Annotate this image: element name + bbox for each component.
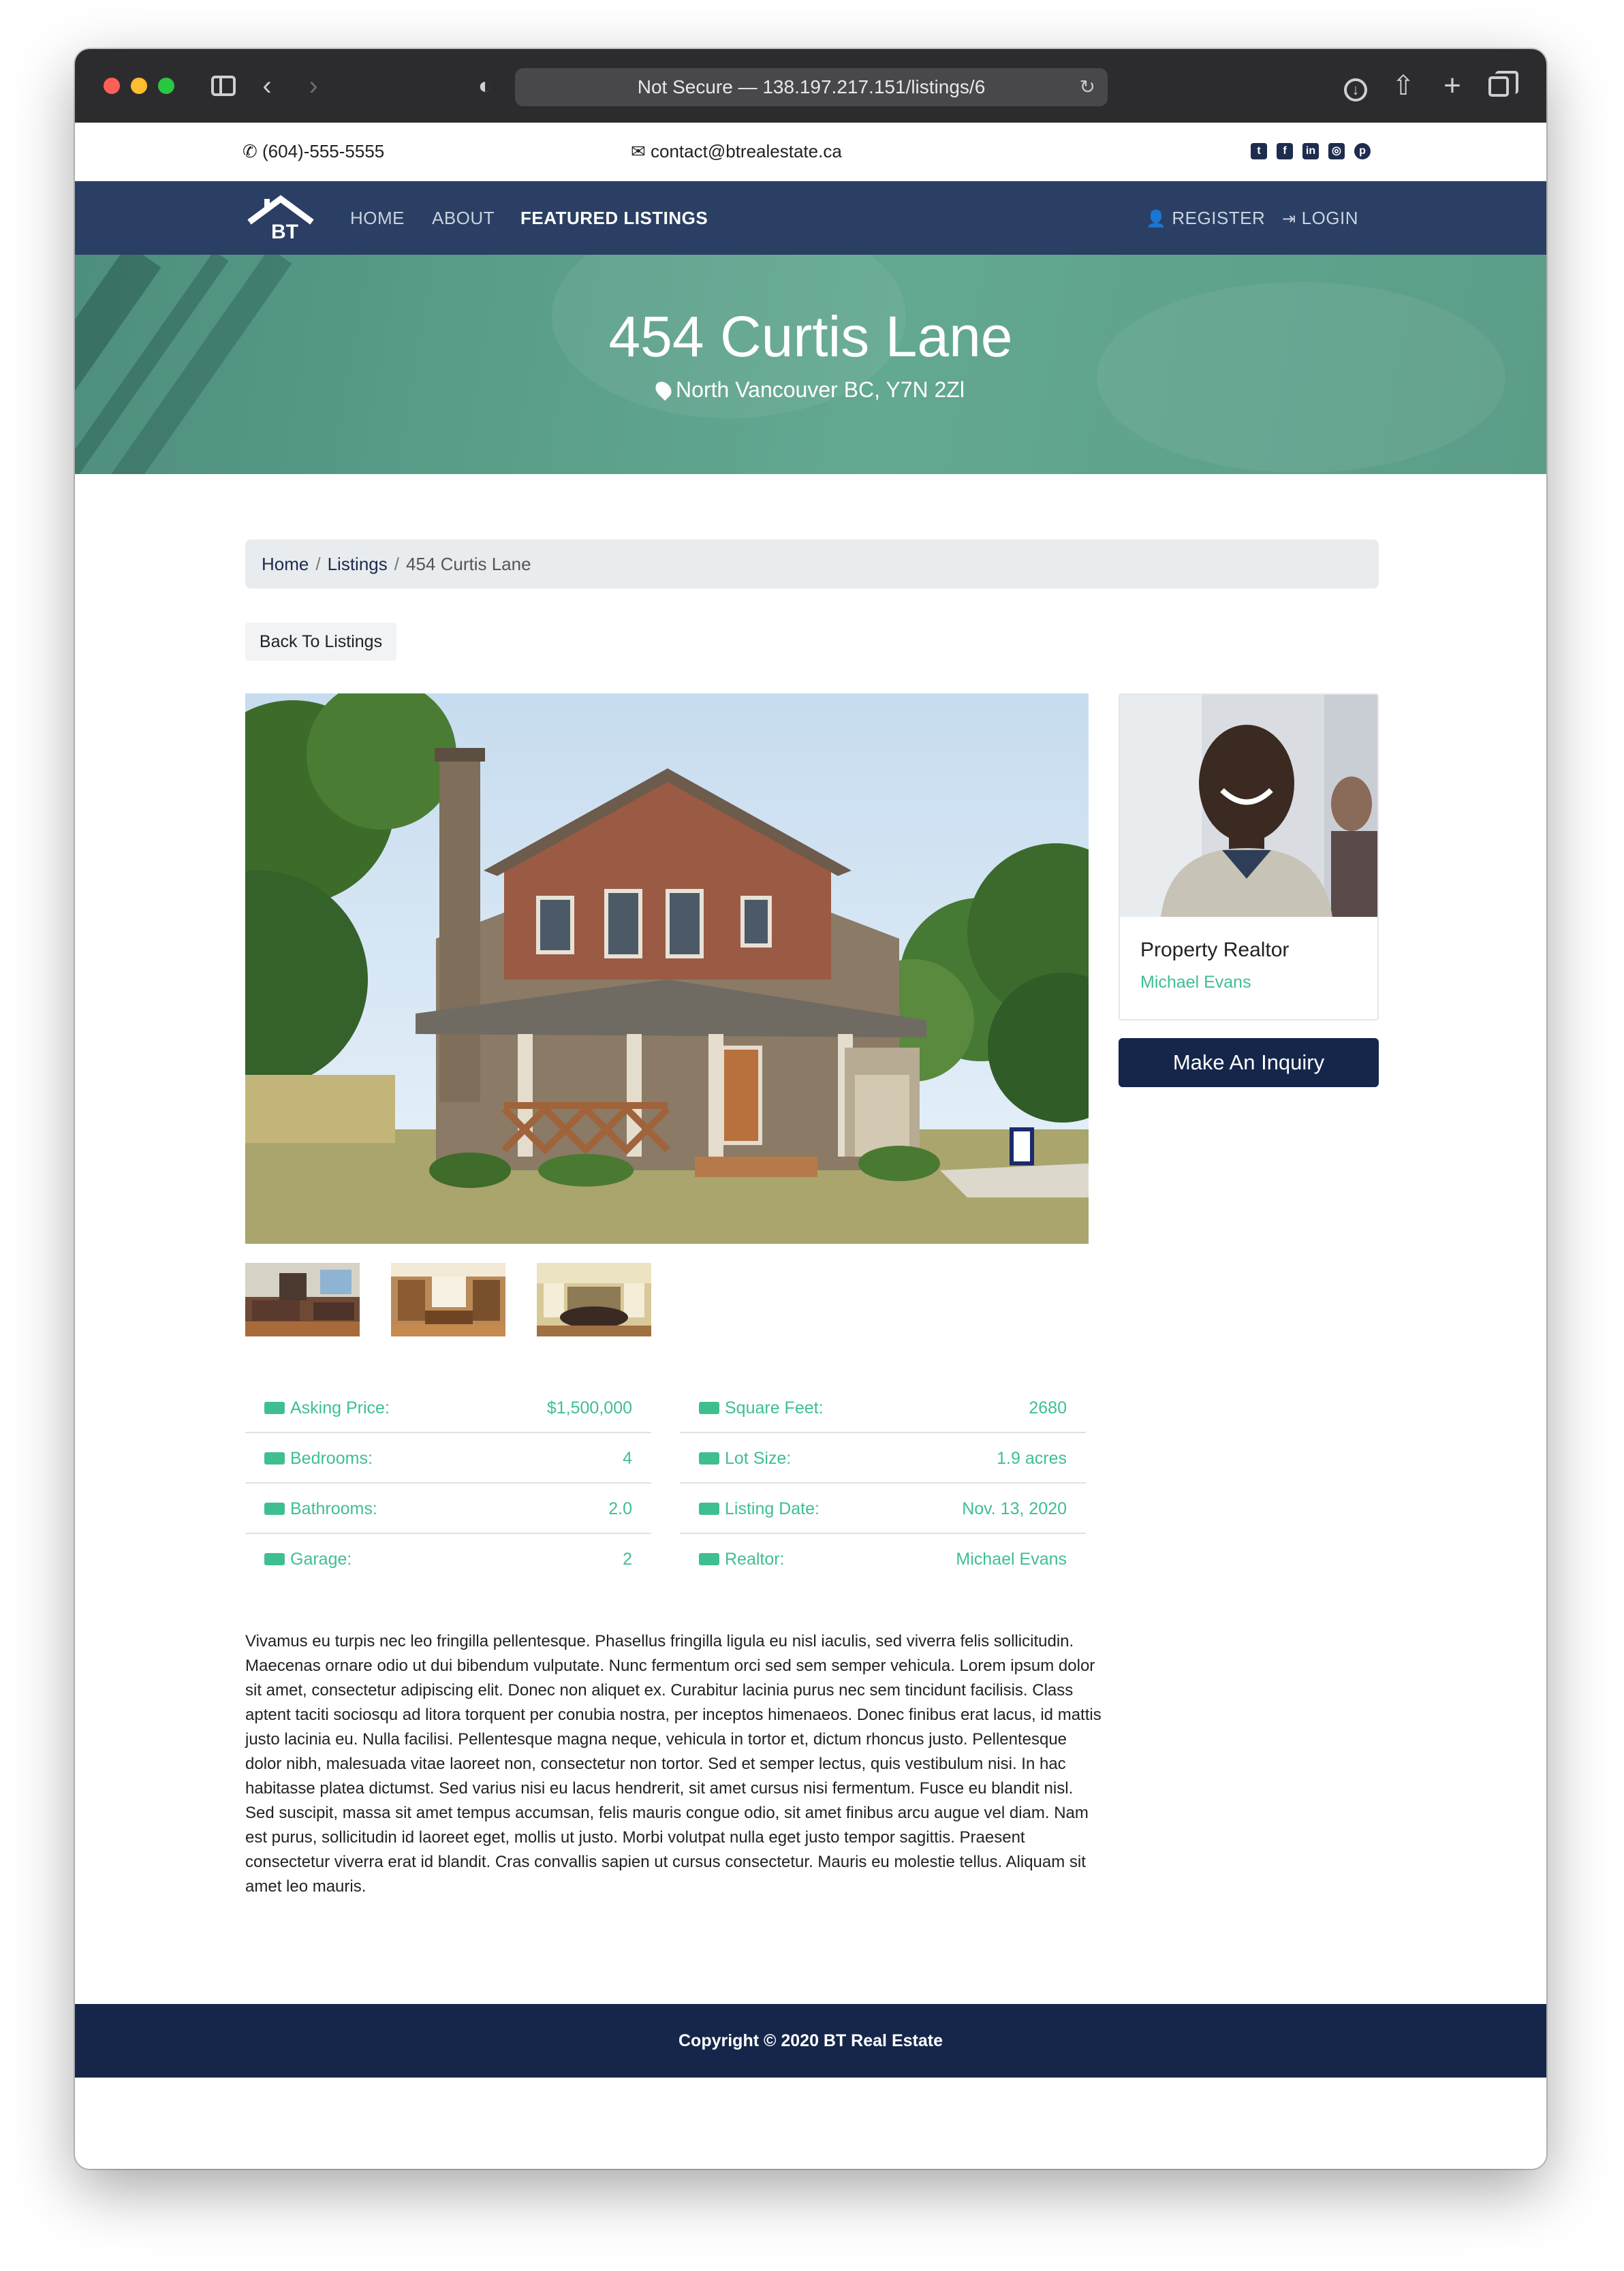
detail-label: Bedrooms: xyxy=(290,1449,373,1468)
nav-about-link[interactable]: ABOUT xyxy=(432,207,495,229)
detail-value: 4 xyxy=(623,1449,632,1468)
bath-icon xyxy=(264,1503,285,1515)
envelope-icon: ✉ xyxy=(631,141,651,161)
detail-label: Bathrooms: xyxy=(290,1499,377,1518)
detail-value: 2680 xyxy=(1029,1398,1067,1418)
web-page: ✆ (604)-555-5555 ✉ contact@btrealestate.… xyxy=(75,123,1546,2169)
detail-label: Asking Price: xyxy=(290,1398,390,1418)
square-icon xyxy=(699,1452,719,1465)
reload-icon[interactable]: ↻ xyxy=(1080,68,1095,106)
detail-row-realtor: Realtor: Michael Evans xyxy=(680,1534,1086,1584)
breadcrumb-separator: / xyxy=(315,554,321,574)
main-navbar: BT HOME ABOUT FEATURED LISTINGS 👤 REGISTE… xyxy=(75,181,1546,255)
download-icon[interactable]: ↓ xyxy=(1339,69,1372,102)
breadcrumb-listings[interactable]: Listings xyxy=(328,554,388,574)
listing-location: North Vancouver BC, Y7N 2Zl xyxy=(75,376,1546,403)
make-inquiry-button[interactable]: Make An Inquiry xyxy=(1119,1038,1379,1087)
bed-icon xyxy=(699,1553,719,1565)
detail-row-listing-date: Listing Date: Nov. 13, 2020 xyxy=(680,1484,1086,1534)
listing-details-right: Square Feet: 2680 Lot Size: 1.9 acres Li… xyxy=(680,1383,1086,1584)
listing-details-left: Asking Price: $1,500,000 Bedrooms: 4 Bat… xyxy=(245,1383,651,1584)
breadcrumb-home[interactable]: Home xyxy=(262,554,309,574)
address-bar-text: Not Secure — 138.197.217.151/listings/6 xyxy=(637,76,986,97)
browser-toolbar: ‹ › ◐ Not Secure — 138.197.217.151/listi… xyxy=(75,49,1546,123)
detail-row-bedrooms: Bedrooms: 4 xyxy=(245,1433,651,1484)
detail-row-garage: Garage: 2 xyxy=(245,1534,651,1584)
map-marker-icon xyxy=(652,378,675,401)
privacy-shield-icon[interactable]: ◐ xyxy=(470,69,500,102)
linkedin-icon[interactable]: in xyxy=(1302,143,1319,159)
breadcrumb: Home / Listings / 454 Curtis Lane xyxy=(245,539,1379,589)
back-arrow-icon[interactable]: ‹ xyxy=(253,69,281,102)
new-tab-icon[interactable]: + xyxy=(1436,69,1469,102)
detail-value: Michael Evans xyxy=(956,1550,1067,1569)
listing-thumbnail[interactable] xyxy=(245,1263,360,1336)
detail-row-lot-size: Lot Size: 1.9 acres xyxy=(680,1433,1086,1484)
email-contact[interactable]: ✉ contact@btrealestate.ca xyxy=(631,139,842,163)
phone-icon: ✆ xyxy=(243,141,263,161)
realtor-photo xyxy=(1120,695,1377,917)
detail-row-square-feet: Square Feet: 2680 xyxy=(680,1383,1086,1433)
tab-overview-icon[interactable] xyxy=(1482,69,1518,102)
login-label: LOGIN xyxy=(1301,208,1359,228)
forward-arrow-icon[interactable]: › xyxy=(300,69,327,102)
twitter-icon[interactable]: t xyxy=(1251,143,1267,159)
sidebar-toggle-icon[interactable] xyxy=(208,69,238,102)
listing-thumbnail[interactable] xyxy=(537,1263,651,1336)
detail-label: Realtor: xyxy=(725,1550,785,1569)
detail-label: Lot Size: xyxy=(725,1449,792,1468)
detail-value: 2 xyxy=(623,1550,632,1569)
breadcrumb-current: 454 Curtis Lane xyxy=(405,554,531,574)
back-to-listings-button[interactable]: Back To Listings xyxy=(245,623,396,661)
detail-value: Nov. 13, 2020 xyxy=(962,1499,1067,1518)
realtor-heading: Property Realtor xyxy=(1140,939,1290,961)
listing-thumbnail[interactable] xyxy=(391,1263,505,1336)
instagram-icon[interactable]: ◎ xyxy=(1328,143,1345,159)
detail-label: Garage: xyxy=(290,1550,352,1569)
breadcrumb-separator: / xyxy=(394,554,399,574)
register-link[interactable]: 👤 REGISTER xyxy=(1146,207,1265,230)
login-link[interactable]: ⇥ LOGIN xyxy=(1282,207,1358,230)
listing-title: 454 Curtis Lane xyxy=(608,304,1013,369)
phone-number: (604)-555-5555 xyxy=(262,141,385,161)
email-address: contact@btrealestate.ca xyxy=(651,141,842,161)
nav-home-link[interactable]: HOME xyxy=(350,207,405,229)
detail-value: $1,500,000 xyxy=(546,1398,632,1418)
bed-icon xyxy=(264,1452,285,1465)
detail-value: 2.0 xyxy=(608,1499,632,1518)
grid-icon xyxy=(699,1402,719,1414)
nav-featured-listings-link[interactable]: FEATURED LISTINGS xyxy=(520,207,708,229)
user-plus-icon: 👤 xyxy=(1146,210,1167,228)
listing-description: Vivamus eu turpis nec leo fringilla pell… xyxy=(245,1632,1102,1896)
detail-row-bathrooms: Bathrooms: 2.0 xyxy=(245,1484,651,1534)
logo-text: BT xyxy=(271,221,298,241)
car-icon xyxy=(264,1553,285,1565)
calendar-icon xyxy=(699,1503,719,1515)
detail-label: Square Feet: xyxy=(725,1398,824,1418)
detail-row-asking-price: Asking Price: $1,500,000 xyxy=(245,1383,651,1433)
share-icon[interactable]: ⇧ xyxy=(1387,69,1420,102)
listing-hero-banner: 454 Curtis Lane North Vancouver BC, Y7N … xyxy=(75,255,1546,474)
detail-value: 1.9 acres xyxy=(997,1449,1067,1468)
listing-location-text: North Vancouver BC, Y7N 2Zl xyxy=(676,377,965,402)
pinterest-icon[interactable]: p xyxy=(1354,143,1371,159)
facebook-icon[interactable]: f xyxy=(1277,143,1293,159)
main-listing-photo[interactable] xyxy=(245,693,1089,1244)
register-label: REGISTER xyxy=(1172,208,1266,228)
bt-logo[interactable]: BT xyxy=(245,195,320,243)
close-window-button[interactable] xyxy=(104,78,120,94)
address-bar[interactable]: Not Secure — 138.197.217.151/listings/6 … xyxy=(515,68,1108,106)
sign-in-icon: ⇥ xyxy=(1282,210,1296,228)
social-links: t f in ◎ p xyxy=(1251,139,1371,159)
zoom-window-button[interactable] xyxy=(158,78,174,94)
realtor-name[interactable]: Michael Evans xyxy=(1140,971,1251,993)
contact-bar: ✆ (604)-555-5555 ✉ contact@btrealestate.… xyxy=(75,123,1546,181)
money-icon xyxy=(264,1402,285,1414)
browser-window: ‹ › ◐ Not Secure — 138.197.217.151/listi… xyxy=(75,49,1546,2169)
phone-contact[interactable]: ✆ (604)-555-5555 xyxy=(243,139,384,163)
minimize-window-button[interactable] xyxy=(131,78,147,94)
realtor-card: Property Realtor Michael Evans xyxy=(1119,693,1379,1020)
page-footer: Copyright © 2020 BT Real Estate xyxy=(75,2004,1546,2078)
detail-label: Listing Date: xyxy=(725,1499,819,1518)
